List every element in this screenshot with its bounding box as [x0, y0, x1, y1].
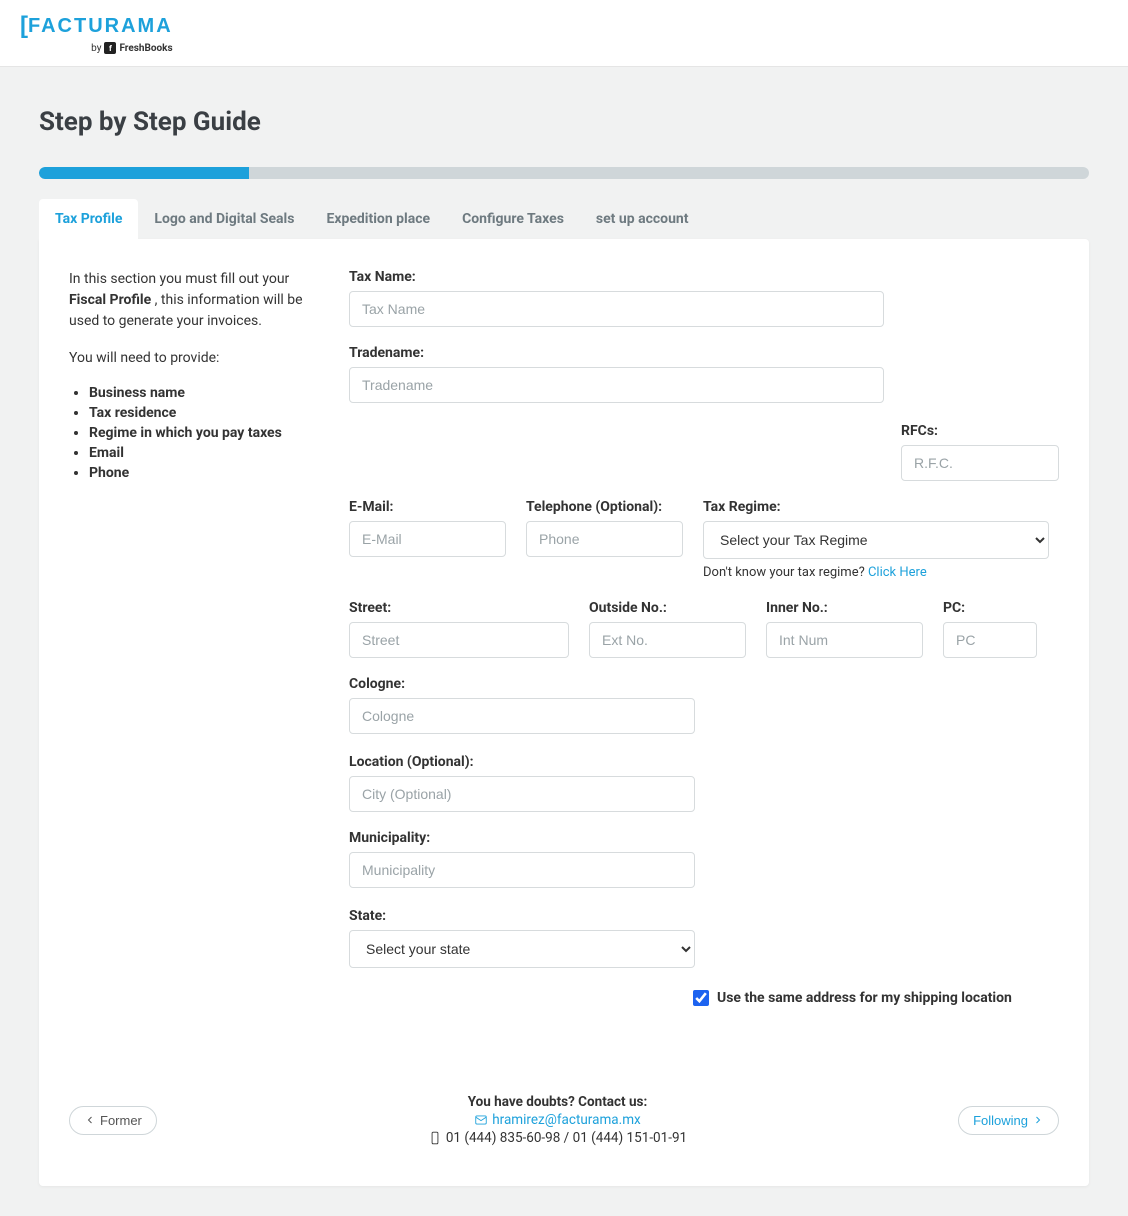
contact-email-link[interactable]: hramirez@facturama.mx — [492, 1112, 641, 1128]
logo-block[interactable]: [ FACTURAMA by f FreshBooks — [20, 12, 173, 54]
sidebar-intro-prefix: In this section you must fill out your — [69, 271, 289, 287]
page-title: Step by Step Guide — [39, 107, 1089, 137]
municipality-label: Municipality: — [349, 830, 695, 846]
pc-input[interactable] — [943, 622, 1037, 658]
outside-no-input[interactable] — [589, 622, 746, 658]
phone-icon — [428, 1131, 442, 1145]
sidebar-info: In this section you must fill out your F… — [69, 269, 309, 1024]
inner-no-label: Inner No.: — [766, 600, 923, 616]
contact-doubts-text: You have doubts? Contact us: — [428, 1094, 687, 1110]
tradename-label: Tradename: — [349, 345, 884, 361]
tax-regime-hint-link[interactable]: Click Here — [868, 565, 927, 580]
tab-logo-seals[interactable]: Logo and Digital Seals — [138, 199, 310, 239]
former-button-label: Former — [100, 1113, 142, 1128]
logo-sub: by f FreshBooks — [91, 42, 173, 54]
tab-expedition-place[interactable]: Expedition place — [310, 199, 446, 239]
rfc-label: RFCs: — [901, 423, 1059, 439]
sidebar-intro-bold: Fiscal Profile — [69, 292, 151, 308]
list-item: Tax residence — [89, 405, 309, 421]
tab-setup-account[interactable]: set up account — [580, 199, 705, 239]
same-address-label: Use the same address for my shipping loc… — [717, 990, 1012, 1006]
chevron-right-icon — [1032, 1114, 1044, 1126]
following-button[interactable]: Following — [958, 1106, 1059, 1135]
cologne-input[interactable] — [349, 698, 695, 734]
list-item: Phone — [89, 465, 309, 481]
inner-no-input[interactable] — [766, 622, 923, 658]
header-bar: [ FACTURAMA by f FreshBooks — [0, 0, 1128, 67]
state-select[interactable]: Select your state — [349, 930, 695, 968]
tab-tax-profile[interactable]: Tax Profile — [39, 199, 138, 239]
tax-name-label: Tax Name: — [349, 269, 884, 285]
contact-block: You have doubts? Contact us: hramirez@fa… — [428, 1094, 687, 1146]
tab-configure-taxes[interactable]: Configure Taxes — [446, 199, 580, 239]
main-container: Step by Step Guide Tax Profile Logo and … — [39, 67, 1089, 1216]
form-area: Tax Name: Tradename: RFCs: — [349, 269, 1059, 1024]
pc-label: PC: — [943, 600, 1037, 616]
tax-regime-select[interactable]: Select your Tax Regime — [703, 521, 1049, 559]
logo-sub-prefix: by — [91, 43, 101, 54]
tax-regime-label: Tax Regime: — [703, 499, 1049, 515]
outside-no-label: Outside No.: — [589, 600, 746, 616]
location-input[interactable] — [349, 776, 695, 812]
sidebar-need-text: You will need to provide: — [69, 348, 309, 369]
email-label: E-Mail: — [349, 499, 506, 515]
sidebar-item-list: Business name Tax residence Regime in wh… — [69, 385, 309, 481]
tradename-input[interactable] — [349, 367, 884, 403]
municipality-input[interactable] — [349, 852, 695, 888]
tabs: Tax Profile Logo and Digital Seals Exped… — [39, 199, 1089, 239]
location-label: Location (Optional): — [349, 754, 695, 770]
contact-phone-text: 01 (444) 835-60-98 / 01 (444) 151-01-91 — [446, 1130, 687, 1146]
tax-regime-hint-text: Don't know your tax regime? — [703, 565, 868, 580]
street-input[interactable] — [349, 622, 569, 658]
list-item: Business name — [89, 385, 309, 401]
freshbooks-icon: f — [104, 42, 116, 54]
tax-name-input[interactable] — [349, 291, 884, 327]
envelope-icon — [474, 1113, 488, 1127]
chevron-left-icon — [84, 1114, 96, 1126]
logo-name: FACTURAMA — [28, 15, 173, 38]
progress-fill — [39, 167, 249, 179]
phone-label: Telephone (Optional): — [526, 499, 683, 515]
phone-input[interactable] — [526, 521, 683, 557]
same-address-checkbox[interactable] — [693, 990, 709, 1006]
sidebar-intro: In this section you must fill out your F… — [69, 269, 309, 332]
list-item: Regime in which you pay taxes — [89, 425, 309, 441]
state-label: State: — [349, 908, 695, 924]
cologne-label: Cologne: — [349, 676, 695, 692]
footer-row: Former You have doubts? Contact us: hram… — [69, 1094, 1059, 1146]
list-item: Email — [89, 445, 309, 461]
progress-bar — [39, 167, 1089, 179]
rfc-input[interactable] — [901, 445, 1059, 481]
email-input[interactable] — [349, 521, 506, 557]
logo-text: [ FACTURAMA — [20, 12, 173, 40]
former-button[interactable]: Former — [69, 1106, 157, 1135]
panel: In this section you must fill out your F… — [39, 239, 1089, 1186]
street-label: Street: — [349, 600, 569, 616]
tax-regime-hint: Don't know your tax regime? Click Here — [703, 565, 1049, 580]
logo-sub-brand: FreshBooks — [119, 43, 172, 54]
following-button-label: Following — [973, 1113, 1028, 1128]
